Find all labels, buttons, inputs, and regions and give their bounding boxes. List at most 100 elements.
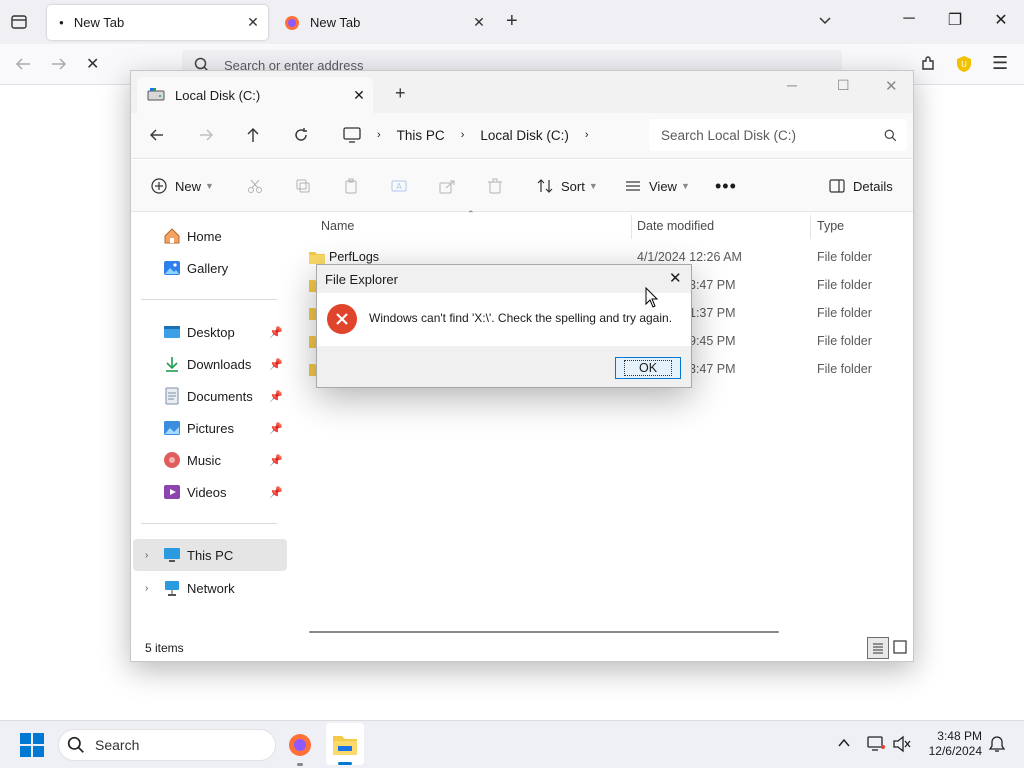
clock[interactable]: 3:48 PM 12/6/2024 [924,729,982,759]
column-header-type[interactable]: Type [817,219,844,233]
maximize-icon[interactable]: ☐ [837,77,850,94]
restore-icon[interactable]: ❐ [932,10,978,30]
sort-button[interactable]: Sort ▼ [537,174,598,198]
new-tab-icon[interactable]: + [506,10,518,33]
file-explorer-taskbar-button[interactable] [326,723,364,765]
network-status-icon[interactable] [866,735,886,753]
browser-tab-active[interactable]: ● New Tab ✕ [47,5,268,40]
explorer-tab[interactable]: Local Disk (C:) ✕ [137,77,373,113]
nav-item-pictures[interactable]: Pictures 📌 [133,413,287,443]
details-button[interactable]: Details [829,174,893,198]
chevron-down-icon: ▼ [680,181,690,191]
breadcrumb[interactable]: › This PC › Local Disk (C:) › [331,119,637,151]
dialog-body: Windows can't find 'X:\'. Check the spel… [317,293,691,346]
clock-date: 12/6/2024 [928,744,982,758]
details-view-icon[interactable] [867,637,889,659]
extensions-icon[interactable] [919,55,937,73]
ok-button[interactable]: OK [615,357,681,379]
chevron-down-icon: ▼ [588,181,598,191]
column-header-name[interactable]: Name [321,219,354,233]
file-date: 3:47 PM [689,362,736,376]
column-divider[interactable] [631,215,632,239]
minimize-icon[interactable]: ─ [886,10,932,28]
back-icon[interactable] [149,127,165,143]
chevron-down-icon[interactable] [817,12,833,28]
minimize-icon[interactable]: ─ [787,77,797,93]
nav-item-videos[interactable]: Videos 📌 [133,477,287,507]
cut-icon[interactable] [247,174,263,198]
item-count: 5 items [145,641,184,655]
chevron-up-icon[interactable] [836,735,852,751]
menu-icon[interactable]: ☰ [992,53,1008,74]
forward-icon[interactable] [50,55,68,73]
nav-item-desktop[interactable]: Desktop 📌 [133,317,287,347]
taskbar-search-input[interactable]: Search [58,729,276,761]
nav-item-documents[interactable]: Documents 📌 [133,381,287,411]
nav-item-this-pc[interactable]: › This PC [133,539,287,571]
nav-divider [141,523,277,524]
tab-dot-icon: ● [59,18,64,27]
breadcrumb-local-disk[interactable]: Local Disk (C:) [480,128,569,143]
shield-icon[interactable]: U [955,55,973,73]
start-windows-icon[interactable] [20,733,44,757]
browser-tab-title: New Tab [310,15,361,30]
nav-item-downloads[interactable]: Downloads 📌 [133,349,287,379]
share-icon[interactable] [439,174,455,198]
clock-time: 3:48 PM [937,729,982,743]
close-window-icon[interactable]: ✕ [978,10,1024,30]
column-header-date[interactable]: Date modified [637,219,714,233]
explorer-search-input[interactable]: Search Local Disk (C:) [649,119,907,151]
forward-icon[interactable] [198,127,214,143]
up-icon[interactable] [245,127,261,143]
browser-tab[interactable]: New Tab ✕ [272,5,494,40]
nav-item-network[interactable]: › Network [133,573,287,603]
breadcrumb-this-pc[interactable]: This PC [397,128,445,143]
taskbar-search-placeholder: Search [95,737,140,753]
music-icon [163,451,181,469]
refresh-icon[interactable] [293,127,309,143]
stop-loading-icon[interactable]: ✕ [86,54,99,74]
nav-item-music[interactable]: Music 📌 [133,445,287,475]
back-icon[interactable] [14,55,32,73]
dialog-close-icon[interactable]: ✕ [669,269,682,287]
expand-chevron-icon[interactable]: › [145,583,148,594]
close-tab-icon[interactable]: ✕ [238,14,268,31]
sort-label: Sort [561,178,585,194]
copy-icon[interactable] [295,174,311,198]
firefox-taskbar-icon[interactable] [288,733,312,757]
file-type: File folder [817,250,872,264]
search-icon [884,129,897,142]
tab-list-icon[interactable] [10,13,28,31]
home-icon [163,227,181,245]
breadcrumb-chevron-icon: › [584,129,589,141]
horizontal-scrollbar[interactable] [309,631,779,633]
close-tab-icon[interactable]: ✕ [464,14,494,31]
delete-icon[interactable] [487,174,503,198]
new-button[interactable]: New ▼ [151,174,214,198]
breadcrumb-chevron-icon: › [460,129,465,141]
volume-muted-icon[interactable] [892,735,912,753]
nav-divider [141,299,277,300]
navigation-pane: Home Gallery Desktop 📌 Downloads 📌 Docum… [131,213,291,625]
paste-icon[interactable] [343,174,359,198]
column-divider[interactable] [810,215,811,239]
close-tab-icon[interactable]: ✕ [345,87,373,104]
close-window-icon[interactable]: ✕ [885,77,898,95]
dialog-message: Windows can't find 'X:\'. Check the spel… [369,311,673,325]
error-dialog: File Explorer ✕ Windows can't find 'X:\'… [316,264,692,388]
nav-label: Downloads [187,356,252,372]
nav-item-gallery[interactable]: Gallery [133,253,287,283]
expand-chevron-icon[interactable]: › [145,550,148,561]
view-label: View [649,178,677,194]
tiles-view-icon[interactable] [893,640,907,654]
taskbar: Search 3:48 PM 12/6/2024 [0,720,1024,768]
nav-item-home[interactable]: Home [133,221,287,251]
view-button[interactable]: View ▼ [625,174,690,198]
rename-icon[interactable]: A [391,174,407,198]
more-options-icon[interactable]: ••• [715,174,737,198]
search-icon [67,736,85,754]
nav-label: Desktop [187,324,235,340]
notifications-bell-icon[interactable] [988,735,1006,753]
svg-text:U: U [961,60,967,69]
new-tab-icon[interactable]: + [395,83,406,104]
